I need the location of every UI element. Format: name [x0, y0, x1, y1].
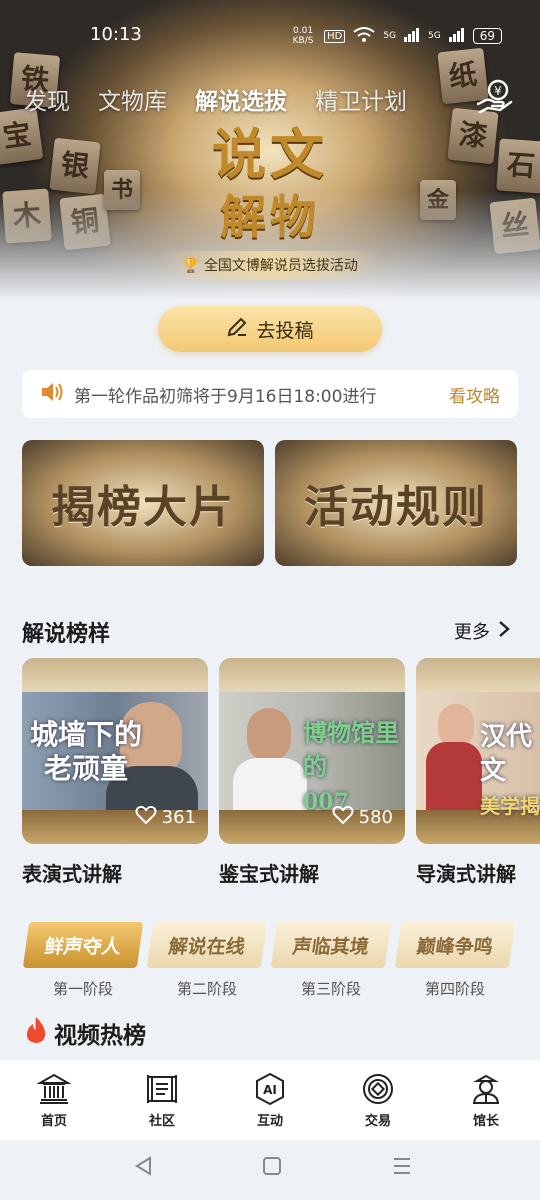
stage-caption: 第二阶段: [176, 980, 237, 998]
net-speed: 0.01 KB/S: [292, 26, 314, 46]
status-time: 10:13: [90, 24, 142, 45]
museum-icon: [37, 1073, 71, 1104]
heart-icon: [135, 805, 157, 830]
banner-label: 揭榜大片: [51, 482, 235, 533]
stage-name: 巅峰争鸣: [415, 935, 495, 958]
home-icon[interactable]: [262, 1156, 282, 1180]
video-card[interactable]: 博物馆里的 007 580: [219, 658, 405, 844]
heart-icon: [332, 805, 354, 830]
card-overlay-line1: 汉代文: [480, 722, 533, 786]
card-label: 表演式讲解: [22, 862, 122, 886]
ai-icon: AI: [256, 1072, 284, 1106]
hot-video-title: 视频热榜: [24, 1016, 146, 1050]
bottom-nav: 首页 社区 AI 互动 交易 馆长: [0, 1060, 540, 1140]
signal-5g-label-2: 5G: [428, 31, 441, 41]
status-bar: 10:13 0.01 KB/S HD 5G 5G 69: [0, 22, 540, 52]
nav-label: 社区: [148, 1114, 175, 1129]
banner-reveal-video[interactable]: 揭榜大片: [22, 440, 264, 566]
tab-discover[interactable]: 发现: [24, 82, 70, 116]
logo-line2: 解物: [220, 190, 320, 244]
signal-icon: [448, 27, 465, 45]
back-icon[interactable]: [134, 1156, 154, 1180]
card-overlay-line2: 美学揭: [480, 794, 540, 818]
video-card[interactable]: 城墙下的 老顽童 361: [22, 658, 208, 844]
decor-block: 漆: [447, 107, 499, 165]
stage-3[interactable]: 声临其境 第三阶段: [270, 922, 392, 998]
stage-name: 声临其境: [291, 935, 371, 958]
section-title: 解说榜样: [22, 622, 111, 647]
card-overlay-line1: 城墙下的: [30, 718, 143, 751]
like-count: 361: [161, 807, 196, 828]
pencil-icon: [226, 316, 248, 343]
nav-curator[interactable]: 馆长: [432, 1060, 540, 1140]
decor-block: 银: [49, 137, 101, 195]
event-subtitle: 🏆 全国文博解说员选拔活动: [160, 251, 380, 279]
curator-icon: [472, 1074, 500, 1104]
scroll-icon: [147, 1075, 177, 1103]
stage-caption: 第三阶段: [300, 980, 361, 998]
nav-label: 首页: [40, 1114, 67, 1129]
notice-text: 第一轮作品初筛将于9月16日18:00进行: [74, 386, 377, 407]
stage-1[interactable]: 鲜声夺人 第一阶段: [22, 922, 144, 998]
more-link[interactable]: 更多: [454, 618, 510, 644]
stage-2[interactable]: 解说在线 第二阶段: [146, 922, 268, 998]
banner-rules[interactable]: 活动规则: [275, 440, 517, 566]
top-tabs: 发现 文物库 解说选拔 精卫计划: [24, 82, 407, 116]
nav-interact[interactable]: AI 互动: [216, 1060, 324, 1140]
wifi-icon: [353, 26, 375, 46]
nav-label: 互动: [256, 1114, 283, 1129]
video-card[interactable]: 汉代文 美学揭: [416, 658, 540, 844]
stage-4[interactable]: 巅峰争鸣 第四阶段: [394, 922, 516, 998]
tab-relic-library[interactable]: 文物库: [98, 82, 167, 116]
trophy-icon: 🏆: [182, 258, 200, 274]
chevron-right-icon: [498, 620, 510, 643]
stage-name: 解说在线: [167, 935, 247, 958]
card-label: 导演式讲解: [416, 862, 516, 886]
card-label: 鉴宝式讲解: [219, 862, 319, 886]
guide-link[interactable]: 看攻略: [449, 382, 500, 407]
tab-commentary-selection[interactable]: 解说选拔: [195, 82, 287, 116]
nav-home[interactable]: 首页: [0, 1060, 108, 1140]
stage-name: 鲜声夺人: [43, 935, 123, 958]
banner-label: 活动规则: [304, 482, 488, 533]
system-nav-bar: [0, 1140, 540, 1200]
tab-jingwei-plan[interactable]: 精卫计划: [315, 82, 407, 116]
svg-text:¥: ¥: [494, 84, 502, 98]
yuan-hand-icon[interactable]: ¥: [476, 78, 514, 116]
flame-icon: [24, 1016, 48, 1050]
stage-caption: 第一阶段: [52, 980, 113, 998]
battery-icon: 69: [472, 28, 502, 44]
event-subtitle-text: 全国文博解说员选拔活动: [203, 258, 358, 274]
hd-badge: HD: [324, 29, 346, 43]
stage-caption: 第四阶段: [424, 980, 485, 998]
signal-icon: [404, 27, 420, 45]
menu-icon[interactable]: [392, 1156, 412, 1180]
svg-text:AI: AI: [263, 1083, 277, 1097]
like-count: 580: [358, 807, 393, 828]
nav-trade[interactable]: 交易: [324, 1060, 432, 1140]
card-overlay-line1: 博物馆里的: [303, 718, 399, 781]
decor-block: 石: [496, 138, 540, 194]
more-label: 更多: [454, 622, 490, 643]
speaker-icon: [40, 381, 64, 407]
card-overlay-line2: 老顽童: [44, 752, 129, 785]
nav-label: 馆长: [472, 1114, 499, 1129]
submit-button[interactable]: 去投稿: [158, 306, 382, 352]
nav-label: 交易: [364, 1114, 391, 1129]
logo-line1: 说文: [212, 122, 328, 186]
hot-title-text: 视频热榜: [54, 1023, 146, 1049]
event-logo: 说文 解物 🏆 全国文博解说员选拔活动: [160, 110, 380, 279]
coin-icon: [363, 1074, 393, 1104]
nav-community[interactable]: 社区: [108, 1060, 216, 1140]
signal-5g-label: 5G: [383, 31, 397, 41]
notice-bar: 第一轮作品初筛将于9月16日18:00进行 看攻略: [22, 370, 518, 418]
submit-label: 去投稿: [256, 319, 314, 342]
